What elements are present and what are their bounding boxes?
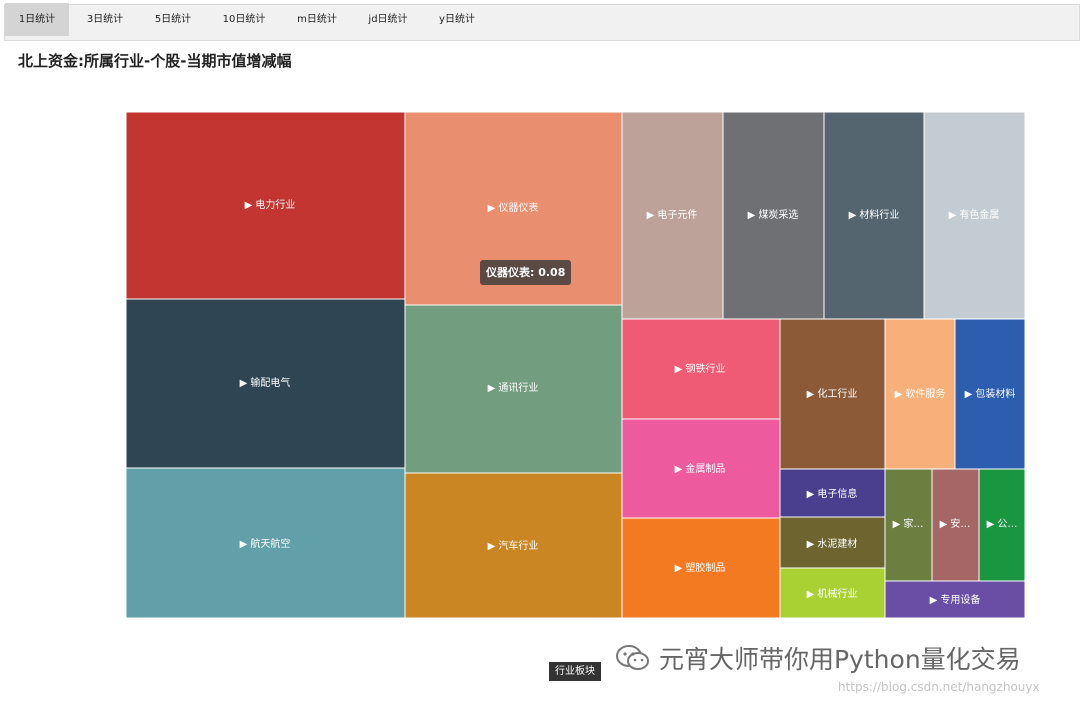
watermark: 元宵大师带你用Python量化交易 [615,640,1021,676]
watermark-url: https://blog.csdn.net/hangzhouyx [838,680,1040,694]
treemap-cell-label: ▶ 电子信息 [807,487,858,500]
treemap-cell-label: ▶ 材料行业 [849,208,900,221]
treemap-cell-label: ▶ 包装材料 [965,387,1016,400]
treemap-cell-label: ▶ 仪器仪表 [488,201,539,214]
treemap-cell-label: ▶ 电力行业 [245,198,296,211]
treemap-cell-label: ▶ 有色金属 [949,208,1000,221]
treemap-cell-label: ▶ 专用设备 [930,593,981,606]
treemap-cell-label: ▶ 钢铁行业 [675,362,726,375]
treemap-cell-label: ▶ 航天航空 [240,537,291,550]
treemap-cell-label: ▶ 水泥建材 [807,537,858,550]
treemap-cell-label: ▶ 家… [893,517,924,530]
treemap-cell-label: ▶ 机械行业 [807,587,858,600]
treemap-cell-label: ▶ 汽车行业 [488,539,539,552]
treemap-cell-label: ▶ 软件服务 [895,387,946,400]
treemap-cell-label: ▶ 公… [987,519,1018,530]
treemap-cell-label: ▶ 化工行业 [807,387,858,400]
treemap-cell-label: ▶ 塑胶制品 [675,561,726,574]
wechat-icon [616,645,649,670]
industry-treemap: ▶ 电力行业 ▶ 仪器仪表 ▶ 电子元件 ▶ 煤炭采选 ▶ 材料行业 ▶ 有色金属 ▶ 输配… [125,111,1026,619]
treemap-cell-label: ▶ 金属制品 [675,462,726,475]
treemap-cell-label: ▶ 电子元件 [647,208,698,221]
tooltip: 仪器仪表: 0.08 [480,260,572,285]
breadcrumb-root[interactable]: 行业板块 [549,662,601,681]
watermark-text: 元宵大师带你用Python量化交易 [659,645,1021,674]
treemap-cell-label: ▶ 输配电气 [240,376,291,389]
treemap-cell-label: ▶ 通讯行业 [488,381,539,394]
treemap-cell-label: ▶ 煤炭采选 [748,208,799,221]
treemap-cell-label: ▶ 安… [940,517,971,530]
